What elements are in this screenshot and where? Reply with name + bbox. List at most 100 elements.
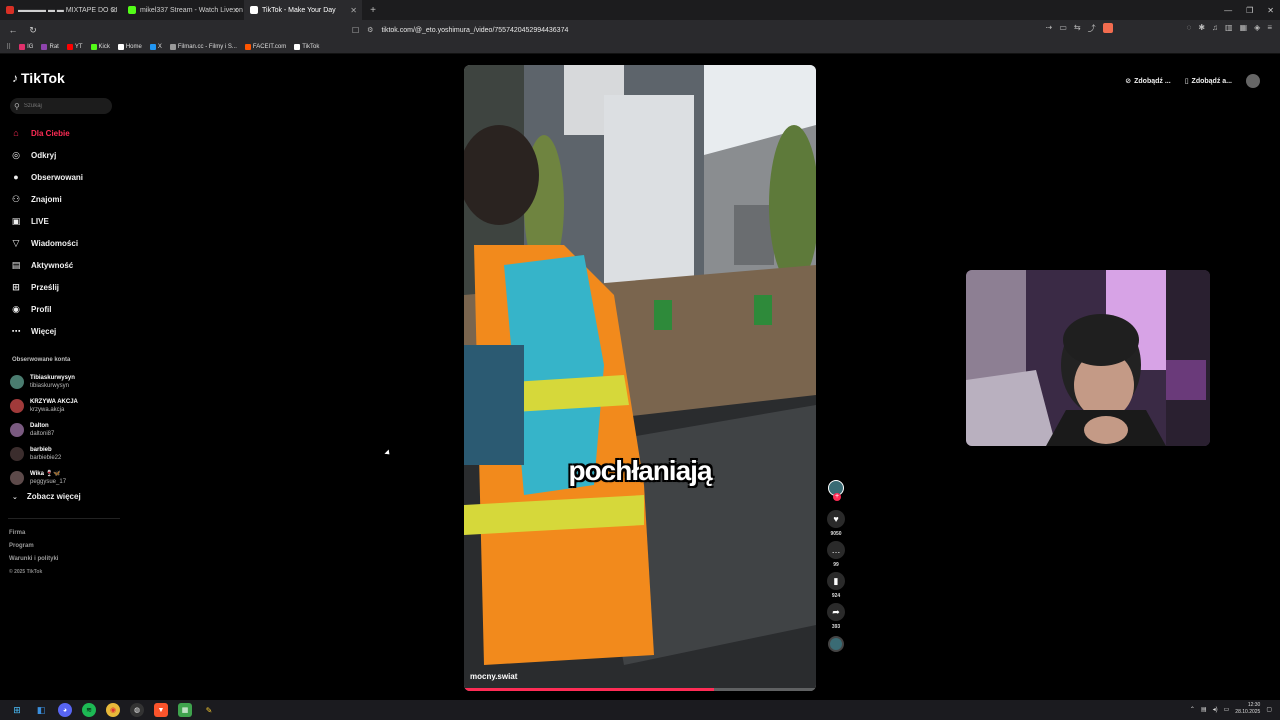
bookmark-item[interactable]: Home <box>117 43 142 50</box>
battery-icon[interactable]: ▭ <box>1224 706 1230 713</box>
bookmark-save-icon[interactable]: ▮ <box>827 572 845 590</box>
followed-account[interactable]: barbieb barbiebie22 <box>10 442 120 466</box>
brave-shield-icon[interactable] <box>1102 23 1113 33</box>
reload-icon[interactable]: ↻ <box>26 25 40 36</box>
translate-icon[interactable]: ⇆ <box>1074 23 1081 34</box>
sidebar-item-live[interactable]: ▣ LIVE <box>10 210 120 232</box>
music-disc-icon[interactable] <box>828 636 844 652</box>
share-icon[interactable]: ⤴ <box>1088 23 1096 34</box>
comment-action[interactable]: … 99 <box>827 541 845 568</box>
bookmark-item[interactable]: YT <box>66 43 83 50</box>
eye-icon[interactable]: ◌ <box>1187 23 1192 34</box>
video-progress-bar[interactable] <box>464 688 816 691</box>
bookmark-favicon-icon <box>294 43 301 50</box>
site-info-icon[interactable]: ⚙ <box>367 26 373 34</box>
sidebar-icon[interactable]: ▥ <box>1225 23 1233 34</box>
sidebar-item-znajomi[interactable]: ⚇ Znajomi <box>10 188 120 210</box>
share-action[interactable]: ➦ 393 <box>827 603 845 630</box>
browser-tab[interactable]: TikTok - Make Your Day ✕ <box>244 0 362 20</box>
windows-taskbar: ⊞ ◧ ◕ ≋ ◉ ◍ ▼ ▦ ✎ ⌃ ▤ ◂) ▭ 12:30 28.10.2… <box>0 700 1280 720</box>
sidebar-item-dla-ciebie[interactable]: ⌂ Dla Ciebie <box>10 122 120 144</box>
get-app-button[interactable]: ▯ Zdobądź a... <box>1185 77 1232 86</box>
user-avatar[interactable] <box>1246 74 1260 88</box>
footer-links: Firma Program Warunki i polityki © 2025 … <box>9 527 58 579</box>
followed-account[interactable]: Tibiaskurwysyn tibiaskurwysyn <box>10 370 120 394</box>
clock[interactable]: 12:30 28.10.2025 <box>1235 702 1260 716</box>
browser-tab[interactable]: mikel337 Stream - Watch Live on Ki ✕ <box>122 0 244 20</box>
bookmark-item[interactable]: Kick <box>90 43 110 50</box>
windows-start-icon[interactable]: ⊞ <box>10 703 24 717</box>
url-field[interactable]: tiktok.com/@_eto.yoshimura_/video/755742… <box>381 27 568 34</box>
bookmark-item[interactable]: IG <box>19 43 33 50</box>
brave-icon[interactable]: ▼ <box>154 703 168 717</box>
sidebar-item-odkryj[interactable]: ◎ Odkryj <box>10 144 120 166</box>
app-icon[interactable]: ▦ <box>178 703 192 717</box>
window-controls: — ❐ ✕ <box>1224 0 1274 20</box>
followed-accounts-title: Obserwowane konta <box>12 357 71 363</box>
tab-close-icon[interactable]: ✕ <box>232 6 239 15</box>
friends-icon: ⚇ <box>11 193 21 204</box>
followed-account[interactable]: Wika 🍷🦋 peggysue_17 <box>10 466 120 490</box>
wallet-icon[interactable]: ▦ <box>1240 23 1248 34</box>
sidebar-item-profil[interactable]: ◉ Profil <box>10 298 120 320</box>
sidebar-item-wi-cej[interactable]: ⋯ Więcej <box>10 320 120 342</box>
search-input[interactable] <box>23 103 104 109</box>
menu-icon[interactable]: ≡ <box>1267 23 1272 34</box>
footer-link-company[interactable]: Firma <box>9 527 58 540</box>
vpn-icon[interactable]: ◈ <box>1254 23 1260 34</box>
browser-tab[interactable]: ▬▬▬▬ ▬ ▬ MIXTAPE DO CI ✕ <box>0 0 122 20</box>
restore-icon[interactable]: ❐ <box>1246 6 1253 15</box>
back-icon[interactable]: ← <box>6 25 20 35</box>
bookmark-item[interactable]: Rat <box>41 43 59 50</box>
followed-account[interactable]: Dalton daltoni87 <box>10 418 120 442</box>
network-icon[interactable]: ▤ <box>1201 706 1207 713</box>
notification-icon[interactable]: ▢ <box>1266 706 1272 713</box>
follow-plus-icon[interactable]: + <box>833 493 841 501</box>
apps-icon[interactable]: ⠿ <box>6 43 11 51</box>
search-box[interactable]: ⚲ <box>10 98 112 114</box>
share-arrow-icon[interactable]: ➦ <box>827 603 845 621</box>
bookmark-item[interactable]: X <box>149 43 162 50</box>
discord-icon[interactable]: ◕ <box>58 703 72 717</box>
tiktok-logo[interactable]: ♪ TikTok <box>12 70 65 86</box>
creator-avatar[interactable]: + <box>828 480 844 501</box>
spotify-icon[interactable]: ≋ <box>82 703 96 717</box>
bookmark-item[interactable]: Filman.cc - Filmy i S... <box>169 43 237 50</box>
sidebar-item-aktywno-[interactable]: ▤ Aktywność <box>10 254 120 276</box>
notepad-icon[interactable]: ✎ <box>202 703 216 717</box>
video-player[interactable]: pochłaniają mocny.swiat <box>464 65 816 691</box>
media-icon[interactable]: ♫ <box>1212 23 1218 34</box>
screen-icon[interactable]: ▭ <box>1059 23 1067 34</box>
footer-link-terms[interactable]: Warunki i polityki <box>9 553 58 566</box>
bookmark-icon[interactable]: ☐ <box>352 26 359 35</box>
bookmark-favicon-icon <box>244 43 251 50</box>
footer-link-program[interactable]: Program <box>9 540 58 553</box>
video-author[interactable]: mocny.swiat <box>470 672 517 681</box>
file-explorer-icon[interactable]: ◧ <box>34 703 48 717</box>
like-action[interactable]: ♥ 9050 <box>827 510 845 537</box>
see-more-button[interactable]: ⌄ Zobacz więcej <box>12 492 81 501</box>
chevron-up-icon[interactable]: ⌃ <box>1190 706 1195 713</box>
sidebar-item-prze-lij[interactable]: ⊞ Prześlij <box>10 276 120 298</box>
comment-icon[interactable]: … <box>827 541 845 559</box>
tab-close-icon[interactable]: ✕ <box>110 6 117 15</box>
tab-close-icon[interactable]: ✕ <box>350 6 357 15</box>
obs-icon[interactable]: ◍ <box>130 703 144 717</box>
save-action[interactable]: ▮ 924 <box>827 572 845 599</box>
save-count: 924 <box>831 593 841 599</box>
close-window-icon[interactable]: ✕ <box>1267 6 1274 15</box>
sidebar-item-label: Profil <box>31 304 52 314</box>
chrome-icon[interactable]: ◉ <box>106 703 120 717</box>
new-tab-button[interactable]: + <box>366 5 380 16</box>
volume-icon[interactable]: ◂) <box>1213 706 1218 713</box>
sidebar-item-wiadomo-ci[interactable]: ▽ Wiadomości <box>10 232 120 254</box>
minimize-icon[interactable]: — <box>1224 6 1232 15</box>
followed-account[interactable]: KRZYWA AKCJA krzywa.akcja <box>10 394 120 418</box>
bookmark-item[interactable]: TikTok <box>294 43 319 50</box>
puzzle-icon[interactable]: ✱ <box>1198 23 1205 34</box>
bookmark-item[interactable]: FACEIT.com <box>244 43 286 50</box>
heart-icon[interactable]: ♥ <box>827 510 845 528</box>
cast-icon[interactable]: ⇢ <box>1046 23 1053 34</box>
sidebar-item-obserwowani[interactable]: ● Obserwowani <box>10 166 120 188</box>
get-coins-button[interactable]: ⊘ Zdobądź ... <box>1125 77 1170 86</box>
